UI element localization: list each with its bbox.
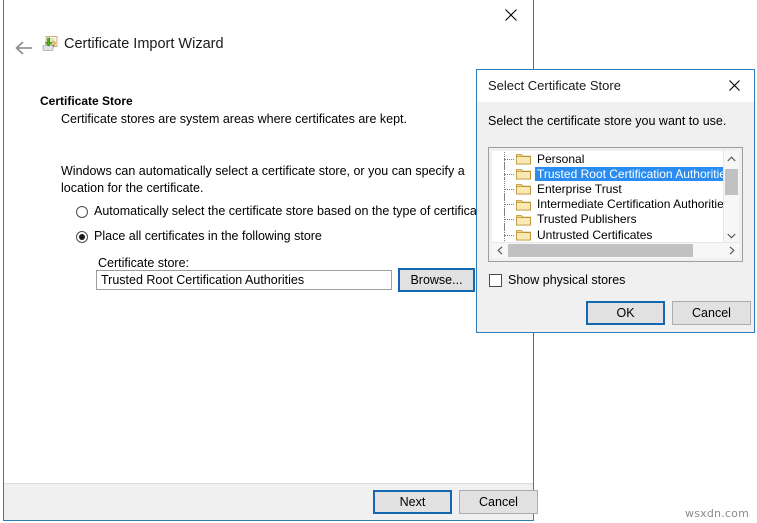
list-item-label: Trusted Root Certification Authorities bbox=[535, 167, 723, 181]
cancel-button[interactable]: Cancel bbox=[672, 301, 751, 325]
list-item[interactable]: Personal bbox=[492, 151, 723, 166]
list-item[interactable]: Untrusted Certificates bbox=[492, 227, 723, 242]
ok-button[interactable]: OK bbox=[586, 301, 665, 325]
next-button[interactable]: Next bbox=[373, 490, 452, 514]
browse-button[interactable]: Browse... bbox=[398, 268, 475, 292]
list-item[interactable]: Enterprise Trust bbox=[492, 181, 723, 196]
cancel-button[interactable]: Cancel bbox=[459, 490, 538, 514]
folder-icon bbox=[516, 213, 531, 226]
radio-label: Place all certificates in the following … bbox=[94, 229, 322, 243]
back-arrow-icon[interactable] bbox=[12, 36, 36, 60]
certificate-import-icon bbox=[42, 35, 59, 52]
watermark: wsxdn.com bbox=[685, 507, 749, 520]
tree-connector-icon bbox=[502, 227, 516, 242]
radio-indicator-selected bbox=[76, 231, 88, 243]
dialog-title: Select Certificate Store bbox=[488, 78, 621, 93]
certificate-store-tree[interactable]: Personal Trusted Root Certification Auth… bbox=[492, 151, 723, 243]
list-item[interactable]: Intermediate Certification Authorities bbox=[492, 197, 723, 212]
folder-icon bbox=[516, 167, 531, 180]
radio-label: Automatically select the certificate sto… bbox=[94, 204, 487, 218]
radio-indicator bbox=[76, 206, 88, 218]
list-item-label: Enterprise Trust bbox=[535, 182, 624, 196]
certificate-store-listbox[interactable]: Personal Trusted Root Certification Auth… bbox=[488, 147, 743, 262]
list-item-selected[interactable]: Trusted Root Certification Authorities bbox=[492, 166, 723, 181]
vertical-scrollbar[interactable] bbox=[723, 151, 739, 243]
section-heading: Certificate Store bbox=[40, 94, 133, 108]
list-item-label: Personal bbox=[535, 152, 586, 166]
checkbox-label: Show physical stores bbox=[508, 273, 625, 287]
chevron-left-icon[interactable] bbox=[492, 243, 507, 258]
show-physical-stores-checkbox[interactable]: Show physical stores bbox=[489, 273, 625, 287]
folder-icon bbox=[516, 182, 531, 195]
list-item[interactable]: Trusted Publishers bbox=[492, 212, 723, 227]
dialog-titlebar: Select Certificate Store bbox=[477, 70, 754, 102]
list-item-label: Untrusted Certificates bbox=[535, 228, 654, 242]
wizard-footer: Next Cancel bbox=[4, 483, 533, 520]
checkbox-indicator bbox=[489, 274, 502, 287]
wizard-titlebar bbox=[4, 0, 533, 32]
radio-automatically-select-store[interactable]: Automatically select the certificate sto… bbox=[76, 204, 487, 218]
list-item-label: Intermediate Certification Authorities bbox=[535, 197, 723, 211]
list-item-label: Trusted Publishers bbox=[535, 212, 639, 226]
horizontal-scrollbar-thumb[interactable] bbox=[508, 244, 693, 257]
vertical-scrollbar-thumb[interactable] bbox=[725, 169, 738, 195]
certificate-store-label: Certificate store: bbox=[98, 256, 189, 270]
dialog-instruction: Select the certificate store you want to… bbox=[488, 114, 726, 128]
certificate-store-input[interactable] bbox=[96, 270, 392, 290]
section-subheading: Certificate stores are system areas wher… bbox=[61, 112, 407, 126]
intro-text: Windows can automatically select a certi… bbox=[61, 163, 476, 197]
folder-icon bbox=[516, 228, 531, 241]
chevron-down-icon[interactable] bbox=[724, 228, 739, 243]
horizontal-scrollbar[interactable] bbox=[492, 242, 739, 258]
close-icon[interactable] bbox=[489, 0, 533, 30]
folder-icon bbox=[516, 198, 531, 211]
chevron-up-icon[interactable] bbox=[724, 151, 739, 166]
select-certificate-store-dialog: Select Certificate Store Select the cert… bbox=[476, 69, 755, 333]
certificate-import-wizard-window: Certificate Import Wizard Certificate St… bbox=[3, 0, 534, 521]
chevron-right-icon[interactable] bbox=[724, 243, 739, 258]
page-title: Certificate Import Wizard bbox=[64, 36, 224, 52]
radio-place-all-certificates[interactable]: Place all certificates in the following … bbox=[76, 229, 322, 243]
folder-icon bbox=[516, 152, 531, 165]
close-icon[interactable] bbox=[714, 70, 754, 100]
